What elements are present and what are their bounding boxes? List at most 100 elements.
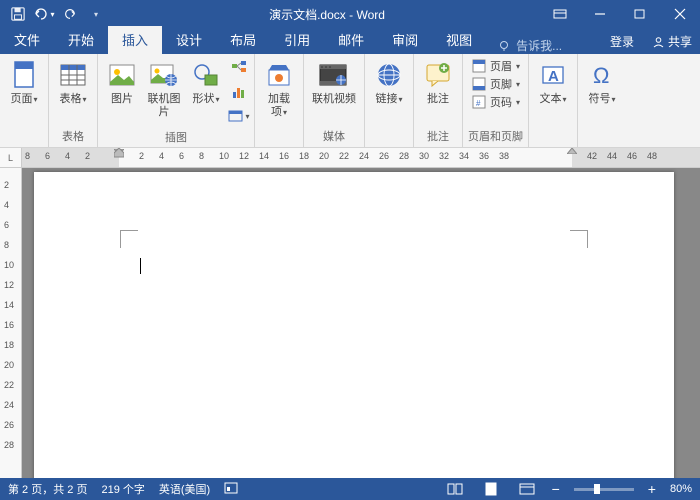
ruler-vertical[interactable]: 246810121416182022242628 [0, 168, 22, 478]
page-number-button[interactable]: #页码▾ [467, 93, 524, 111]
table-button[interactable]: 表格▾ [53, 57, 93, 108]
page-icon [12, 61, 36, 89]
svg-text:Ω: Ω [593, 63, 609, 88]
ruler-corner: L [0, 148, 22, 167]
group-label-illustrations: 插图 [102, 127, 250, 148]
language-status[interactable]: 英语(美国) [159, 481, 210, 497]
print-layout-button[interactable] [480, 480, 502, 498]
tab-home[interactable]: 开始 [54, 26, 108, 54]
quick-access-toolbar: ▾ ▾ [0, 2, 114, 26]
screenshot-button[interactable]: ▾ [228, 105, 250, 127]
window-title: 演示文档.docx - Word [114, 6, 540, 23]
minimize-icon [594, 8, 606, 20]
share-button[interactable]: 共享 [644, 29, 700, 54]
tab-layout[interactable]: 布局 [216, 26, 270, 54]
online-picture-icon [149, 62, 179, 88]
page[interactable] [34, 172, 674, 478]
maximize-button[interactable] [620, 0, 660, 28]
zoom-slider[interactable] [574, 488, 634, 491]
omega-icon: Ω [589, 62, 615, 88]
link-icon [376, 62, 402, 88]
pagenum-icon: # [472, 95, 486, 109]
ruler-horizontal-wrap: L 86422468101214161820222426283032343638… [0, 148, 700, 168]
smartart-icon [231, 60, 247, 76]
ribbon: 页面▾ 表格▾ 表格 图片 联机图片 形状▾ ▾ 插图 加载 项▾ 联机视频 [0, 54, 700, 148]
print-layout-icon [484, 482, 498, 496]
group-label-tables: 表格 [53, 126, 93, 147]
group-label-hf: 页眉和页脚 [467, 126, 524, 147]
footer-icon [472, 77, 486, 91]
web-layout-icon [519, 483, 535, 495]
word-count-status[interactable]: 219 个字 [101, 481, 144, 497]
group-tables: 表格▾ 表格 [49, 54, 98, 147]
undo-button[interactable]: ▾ [32, 2, 56, 26]
tab-insert[interactable]: 插入 [108, 26, 162, 54]
comment-button[interactable]: 批注 [418, 57, 458, 108]
zoom-level[interactable]: 80% [670, 483, 692, 495]
screenshot-icon [228, 108, 244, 124]
close-icon [674, 8, 686, 20]
macro-status[interactable] [224, 482, 238, 497]
redo-button[interactable] [58, 2, 82, 26]
comment-icon [424, 62, 452, 88]
ribbon-display-button[interactable] [540, 0, 580, 28]
lightbulb-icon [498, 40, 510, 52]
shapes-icon [192, 62, 220, 88]
tell-me-search[interactable]: 告诉我... [486, 37, 600, 54]
undo-icon [33, 7, 49, 21]
tab-design[interactable]: 设计 [162, 26, 216, 54]
shapes-button[interactable]: 形状▾ [186, 57, 226, 108]
status-bar: 第 2 页，共 2 页 219 个字 英语(美国) − + 80% [0, 478, 700, 500]
tab-file[interactable]: 文件 [0, 26, 54, 54]
group-label-media: 媒体 [308, 126, 360, 147]
zoom-out-button[interactable]: − [552, 481, 560, 497]
web-layout-button[interactable] [516, 480, 538, 498]
text-button[interactable]: A文本▾ [533, 57, 573, 108]
group-header-footer: 页眉▾ 页脚▾ #页码▾ 页眉和页脚 [463, 54, 529, 147]
save-icon [11, 7, 25, 21]
online-video-button[interactable]: 联机视频 [308, 57, 360, 108]
group-media: 联机视频 媒体 [304, 54, 365, 147]
ruler-horizontal[interactable]: 8642246810121416182022242628303234363842… [22, 148, 700, 167]
signin-button[interactable]: 登录 [600, 29, 644, 54]
margin-crop-tl [120, 230, 138, 248]
smartart-button[interactable] [228, 57, 250, 79]
read-mode-icon [447, 483, 463, 495]
tab-mailings[interactable]: 邮件 [324, 26, 378, 54]
page-count-status[interactable]: 第 2 页，共 2 页 [8, 481, 87, 497]
table-icon [59, 61, 87, 89]
zoom-in-button[interactable]: + [648, 481, 656, 497]
window-controls [540, 0, 700, 28]
minimize-button[interactable] [580, 0, 620, 28]
close-button[interactable] [660, 0, 700, 28]
pictures-button[interactable]: 图片 [102, 57, 142, 108]
group-symbols: Ω符号▾ [578, 54, 626, 147]
symbol-button[interactable]: Ω符号▾ [582, 57, 622, 108]
picture-icon [108, 62, 136, 88]
group-illustrations: 图片 联机图片 形状▾ ▾ 插图 [98, 54, 255, 147]
group-text: A文本▾ [529, 54, 578, 147]
group-comments: 批注 批注 [414, 54, 463, 147]
links-button[interactable]: 链接▾ [369, 57, 409, 108]
left-indent-marker[interactable] [114, 148, 124, 158]
online-pictures-button[interactable]: 联机图片 [144, 57, 184, 120]
customize-qat-button[interactable]: ▾ [84, 2, 108, 26]
footer-button[interactable]: 页脚▾ [467, 75, 524, 93]
chart-icon [231, 84, 247, 100]
margin-crop-tr [570, 230, 588, 248]
svg-text:A: A [548, 68, 559, 85]
group-addins: 加载 项▾ [255, 54, 304, 147]
chart-button[interactable] [228, 81, 250, 103]
addins-button[interactable]: 加载 项▾ [259, 57, 299, 120]
right-indent-marker[interactable] [567, 148, 577, 154]
read-mode-button[interactable] [444, 480, 466, 498]
group-links: 链接▾ [365, 54, 414, 147]
share-icon [652, 35, 665, 48]
header-button[interactable]: 页眉▾ [467, 57, 524, 75]
tab-references[interactable]: 引用 [270, 26, 324, 54]
document-area[interactable] [22, 168, 700, 478]
pages-button[interactable]: 页面▾ [4, 57, 44, 108]
save-button[interactable] [6, 2, 30, 26]
tab-review[interactable]: 审阅 [378, 26, 432, 54]
tab-view[interactable]: 视图 [432, 26, 486, 54]
